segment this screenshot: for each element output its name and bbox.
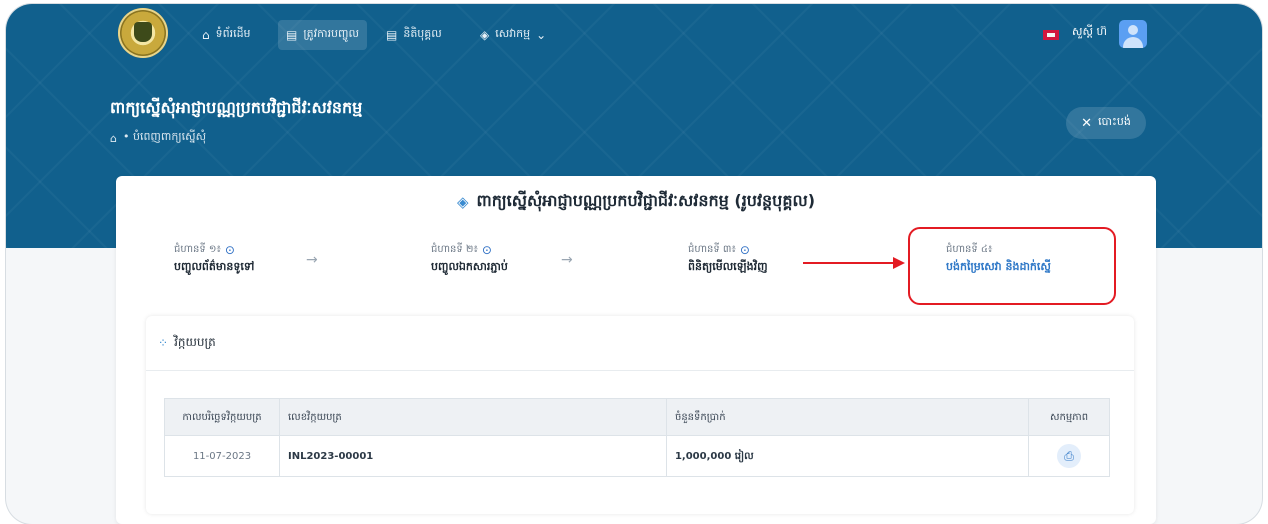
card-title: ◈ ពាក្យស្នើសុំអាជ្ញាបណ្ណប្រកបវិជ្ជាជីវៈស… [116, 190, 1156, 214]
chevron-down-icon: ⌄ [536, 28, 547, 42]
user-greeting: សួស្តី ហ៊ [1072, 25, 1107, 38]
nav-item-applications[interactable]: ▤ ត្រូវការបញ្ចូល [278, 20, 367, 50]
document-icon: ▤ [386, 28, 398, 42]
check-circle-icon: ⊙ [481, 242, 492, 257]
invoice-table: កាលបរិច្ឆេទវិក្កយបត្រ លេខវិក្កយបត្រ ចំនួ… [164, 398, 1110, 477]
invoice-section: ⁘ វិក្កយបត្រ កាលបរិច្ឆេទវិក្កយបត្រ លេខវិ… [146, 316, 1134, 514]
step-1[interactable]: ជំហានទី ១៖ ⊙ បញ្ចូលព័ត៌មានទូទៅ [174, 242, 254, 276]
step-text: បញ្ចូលព័ត៌មានទូទៅ [174, 260, 255, 273]
cancel-button[interactable]: ✕ បោះបង់ [1066, 107, 1146, 139]
cancel-button-label: បោះបង់ [1098, 115, 1131, 128]
step-3[interactable]: ជំហានទី ៣៖ ⊙ ពិនិត្យមើលឡើងវិញ [688, 242, 768, 276]
nav-item-label: ត្រូវការបញ្ចូល [303, 27, 359, 40]
invoice-date: 11-07-2023 [164, 435, 280, 477]
table-header-row: កាលបរិច្ឆេទវិក្កយបត្រ លេខវិក្កយបត្រ ចំនួ… [164, 398, 1110, 436]
invoice-header-text: វិក្កយបត្រ [174, 335, 216, 349]
dots-icon: ⁘ [158, 336, 169, 350]
print-icon[interactable]: ⎙ [1057, 444, 1081, 468]
application-card: ◈ ពាក្យស្នើសុំអាជ្ញាបណ្ណប្រកបវិជ្ជាជីវៈស… [116, 176, 1156, 524]
language-flag-icon[interactable] [1043, 30, 1059, 40]
check-circle-icon: ⊙ [224, 242, 235, 257]
annotation-arrow [803, 262, 895, 264]
arrow-right-icon: → [561, 252, 573, 268]
layers-icon: ◈ [480, 28, 490, 42]
document-icon: ▤ [286, 28, 298, 42]
step-label: ជំហានទី ៤៖ [946, 244, 993, 255]
app-window: ⌂ ទំព័រដើម ▤ ត្រូវការបញ្ចូល ▤ និតិបុគ្គល… [6, 4, 1262, 524]
close-icon: ✕ [1081, 115, 1093, 131]
nav-item-label: និតិបុគ្គល [403, 27, 442, 40]
column-header: កាលបរិច្ឆេទវិក្កយបត្រ [164, 398, 280, 436]
nav-item-services[interactable]: ◈ សេវាកម្ម ⌄ [472, 20, 554, 50]
nav-item-legal-entity[interactable]: ▤ និតិបុគ្គល [378, 20, 450, 50]
breadcrumb: ⌂ • បំពេញពាក្យស្នើសុំ [110, 130, 206, 146]
ministry-logo[interactable] [118, 8, 168, 58]
home-icon[interactable]: ⌂ [110, 132, 117, 145]
annotation-arrow-head [893, 257, 905, 269]
card-title-text: ពាក្យស្នើសុំអាជ្ញាបណ្ណប្រកបវិជ្ជាជីវៈសវន… [476, 191, 816, 210]
invoice-actions: ⎙ [1028, 435, 1110, 477]
invoice-header: ⁘ វិក្កយបត្រ [158, 334, 216, 352]
invoice-amount: 1,000,000 រៀល [665, 435, 1030, 477]
nav-item-label: ទំព័រដើម [215, 27, 251, 40]
step-label: ជំហានទី ១៖ [174, 244, 221, 255]
step-text: បញ្ចូលឯកសារភ្ជាប់ [431, 260, 508, 273]
step-text: ពិនិត្យមើលឡើងវិញ [688, 260, 768, 273]
column-header: សកម្មភាព [1028, 398, 1110, 436]
page-title: ពាក្យស្នើសុំអាជ្ញាបណ្ណប្រកបវិជ្ជាជីវៈសវន… [110, 98, 363, 117]
avatar[interactable] [1119, 20, 1147, 48]
diamond-icon: ◈ [456, 193, 469, 211]
breadcrumb-current: • បំពេញពាក្យស្នើសុំ [122, 130, 207, 143]
nav-item-label: សេវាកម្ម [495, 27, 531, 40]
check-circle-icon: ⊙ [739, 242, 750, 257]
arrow-right-icon: → [306, 252, 318, 268]
step-2[interactable]: ជំហានទី ២៖ ⊙ បញ្ចូលឯកសារភ្ជាប់ [431, 242, 508, 276]
home-icon: ⌂ [202, 28, 210, 42]
step-label: ជំហានទី ៣៖ [688, 244, 736, 255]
column-header: ចំនួនទឹកប្រាក់ [665, 398, 1030, 436]
invoice-number: INL2023-00001 [279, 435, 667, 477]
nav-item-home[interactable]: ⌂ ទំព័រដើម [194, 20, 259, 50]
column-header: លេខវិក្កយបត្រ [279, 398, 667, 436]
table-row: 11-07-2023 INL2023-00001 1,000,000 រៀល ⎙ [164, 435, 1110, 477]
divider [146, 370, 1134, 371]
step-text: បង់កម្រៃសេវា និងដាក់ស្នើ [946, 260, 1051, 273]
step-4[interactable]: ជំហានទី ៤៖ បង់កម្រៃសេវា និងដាក់ស្នើ [946, 242, 1051, 276]
step-label: ជំហានទី ២៖ [431, 244, 478, 255]
